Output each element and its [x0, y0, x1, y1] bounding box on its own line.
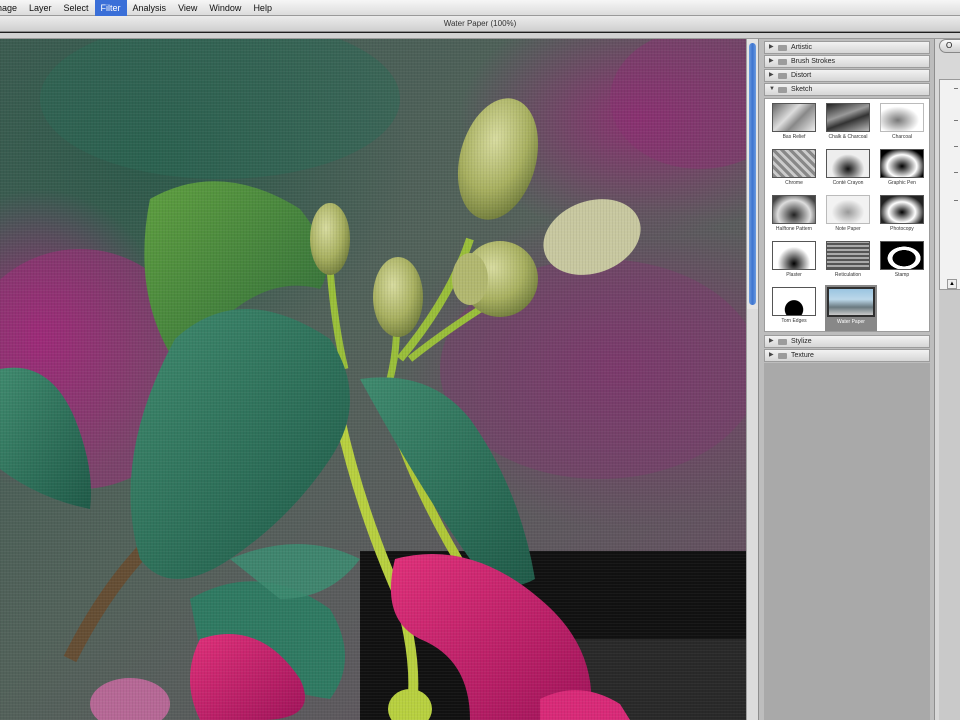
category-label: Brush Strokes — [791, 58, 835, 65]
scrollbar-thumb[interactable] — [749, 43, 756, 305]
disclosure-down-icon[interactable]: ▼ — [769, 84, 778, 95]
filter-preview-canvas[interactable] — [0, 39, 746, 720]
filter-thumb-note-paper[interactable]: Note Paper — [825, 195, 871, 237]
disclosure-right-icon[interactable]: ▶ — [769, 56, 778, 67]
slider-tick — [954, 172, 958, 173]
filter-thumb-bas-relief[interactable]: Bas Relief — [771, 103, 817, 145]
filter-settings-panel: O ▲ — [934, 39, 960, 720]
menu-select[interactable]: Select — [58, 0, 95, 16]
filter-label: Bas Relief — [782, 134, 806, 140]
category-distort[interactable]: ▶ Distort — [764, 69, 930, 82]
folder-icon — [778, 352, 787, 359]
thumbnail-image — [826, 149, 870, 178]
menu-view[interactable]: View — [172, 0, 203, 16]
category-stylize[interactable]: ▶ Stylize — [764, 335, 930, 348]
filter-label: Reticulation — [834, 272, 862, 278]
sketch-filter-thumbnails: Bas Relief Chalk & Charcoal Charcoal Chr… — [764, 98, 930, 332]
ok-button[interactable]: O — [939, 39, 960, 53]
folder-icon — [778, 338, 787, 345]
filter-label: Torn Edges — [781, 318, 807, 324]
filter-label: Photocopy — [890, 226, 914, 232]
menu-window[interactable]: Window — [203, 0, 247, 16]
slider-tick — [954, 200, 958, 201]
filter-options-box — [939, 79, 960, 309]
category-label: Artistic — [791, 44, 812, 51]
slider-tick — [954, 146, 958, 147]
folder-icon — [778, 86, 787, 93]
thumbnail-image — [772, 103, 816, 132]
thumbnail-image — [880, 103, 924, 132]
thumbnail-image — [772, 287, 816, 316]
filter-thumb-chrome[interactable]: Chrome — [771, 149, 817, 191]
category-texture[interactable]: ▶ Texture — [764, 349, 930, 362]
folder-icon — [778, 58, 787, 65]
filter-thumb-reticulation[interactable]: Reticulation — [825, 241, 871, 283]
filter-label: Chrome — [785, 180, 803, 186]
document-title-bar: Water Paper (100%) — [0, 16, 960, 32]
category-label: Sketch — [791, 86, 813, 93]
thumbnail-image — [772, 149, 816, 178]
thumbnail-image — [826, 195, 870, 224]
window-title: Water Paper (100%) — [443, 19, 517, 28]
thumbnail-image — [880, 241, 924, 270]
category-label: Texture — [791, 352, 814, 359]
filter-label: Water Paper — [837, 319, 865, 325]
menu-image[interactable]: Image — [0, 0, 23, 16]
thumbnail-image — [880, 149, 924, 178]
category-sketch[interactable]: ▼ Sketch — [764, 83, 930, 96]
filter-thumb-torn-edges[interactable]: Torn Edges — [771, 287, 817, 329]
filter-gallery-panel: ▶ Artistic ▶ Brush Strokes ▶ Distort ▼ S… — [758, 39, 934, 720]
category-label: Distort — [791, 72, 812, 79]
folder-icon — [778, 44, 787, 51]
category-brush-strokes[interactable]: ▶ Brush Strokes — [764, 55, 930, 68]
filter-label: Stamp — [894, 272, 910, 278]
folder-icon — [778, 72, 787, 79]
filter-thumb-charcoal[interactable]: Charcoal — [879, 103, 925, 145]
thumbnail-image — [880, 195, 924, 224]
menu-analysis[interactable]: Analysis — [127, 0, 173, 16]
filter-label: Plaster — [786, 272, 802, 278]
filter-thumb-water-paper[interactable]: Water Paper — [825, 285, 877, 331]
thumbnail-image — [772, 241, 816, 270]
slider-tick — [954, 88, 958, 89]
filter-label: Conté Crayon — [832, 180, 864, 186]
menu-bar: Image Layer Select Filter Analysis View … — [0, 0, 960, 16]
filter-label: Graphic Pen — [888, 180, 916, 186]
menu-filter[interactable]: Filter — [94, 0, 127, 16]
filter-thumb-plaster[interactable]: Plaster — [771, 241, 817, 283]
preview-vertical-scrollbar[interactable] — [746, 39, 759, 720]
filter-label: Note Paper — [835, 226, 861, 232]
filter-thumb-conte-crayon[interactable]: Conté Crayon — [825, 149, 871, 191]
disclosure-right-icon[interactable]: ▶ — [769, 70, 778, 81]
menu-help[interactable]: Help — [247, 0, 278, 16]
category-artistic[interactable]: ▶ Artistic — [764, 41, 930, 54]
thumbnail-image — [826, 241, 870, 270]
filter-thumb-halftone-pattern[interactable]: Halftone Pattern — [771, 195, 817, 237]
disclosure-right-icon[interactable]: ▶ — [769, 350, 778, 361]
thumbnail-image — [826, 103, 870, 132]
panel-empty-area — [764, 363, 930, 720]
disclosure-right-icon[interactable]: ▶ — [769, 336, 778, 347]
filter-thumb-stamp[interactable]: Stamp — [879, 241, 925, 283]
filter-thumb-photocopy[interactable]: Photocopy — [879, 195, 925, 237]
flower-photo — [0, 39, 746, 720]
effect-layers-area — [939, 289, 960, 720]
filter-thumb-graphic-pen[interactable]: Graphic Pen — [879, 149, 925, 191]
filter-label: Halftone Pattern — [775, 226, 813, 232]
disclosure-right-icon[interactable]: ▶ — [769, 42, 778, 53]
filter-label: Chalk & Charcoal — [828, 134, 868, 140]
thumbnail-image — [827, 287, 875, 317]
filter-thumb-chalk-charcoal[interactable]: Chalk & Charcoal — [825, 103, 871, 145]
filter-label: Charcoal — [891, 134, 912, 140]
category-label: Stylize — [791, 338, 812, 345]
slider-tick — [954, 120, 958, 121]
scroll-arrow-icon[interactable]: ▲ — [947, 279, 957, 289]
menu-layer[interactable]: Layer — [23, 0, 58, 16]
thumbnail-image — [772, 195, 816, 224]
